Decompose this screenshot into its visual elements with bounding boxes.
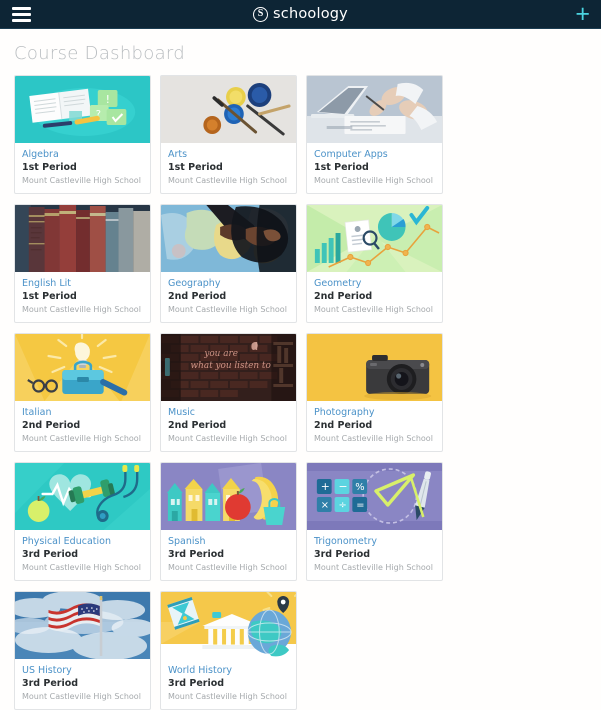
- course-card[interactable]: Computer Apps 1st Period Mount Castleville…: [306, 75, 443, 194]
- course-school: Mount Castleville High School: [22, 563, 141, 572]
- course-card-body: Photography 2nd Period Mount Castleville H…: [307, 401, 442, 451]
- svg-text:%: %: [355, 482, 364, 493]
- course-school: Mount Castleville High School: [22, 434, 141, 443]
- course-name-link[interactable]: Arts: [168, 149, 289, 160]
- course-school: Mount Castleville High School: [314, 176, 433, 185]
- course-card[interactable]: you are what you listen to Music 2nd Peri…: [160, 333, 297, 452]
- course-card-body: US History 3rd Period Mount Castleville Hi…: [15, 659, 150, 709]
- course-card-body: Geography 2nd Period Mount Castleville Hig…: [161, 272, 296, 322]
- course-school: Mount Castleville High School: [168, 305, 287, 314]
- course-name-link[interactable]: Photography: [314, 407, 435, 418]
- course-school: Mount Castleville High School: [314, 305, 433, 314]
- course-school: Mount Castleville High School: [22, 176, 141, 185]
- course-card-body: English Lit 1st Period Mount Castleville H…: [15, 272, 150, 322]
- course-card-grid: ! ? Algebra 1st Period Mount Castleville H…: [0, 75, 601, 710]
- course-school: Mount Castleville High School: [22, 305, 141, 314]
- course-card-body: Trigonometry 3rd Period Mount Castleville …: [307, 530, 442, 580]
- course-period: 3rd Period: [168, 549, 225, 560]
- hamburger-menu-icon[interactable]: [12, 6, 31, 22]
- course-name-link[interactable]: Trigonometry: [314, 536, 435, 547]
- course-period: 3rd Period: [168, 678, 225, 689]
- geometry-charts-illustration[interactable]: [307, 205, 442, 272]
- course-card[interactable]: Arts 1st Period Mount Castleville High Sch…: [160, 75, 297, 194]
- trigonometry-calculator-illustration[interactable]: + − % × ÷ =: [307, 463, 442, 530]
- course-period: 1st Period: [22, 162, 77, 173]
- course-period: 1st Period: [168, 162, 223, 173]
- course-card-body: Geometry 2nd Period Mount Castleville High…: [307, 272, 442, 322]
- schoology-mark-icon: S: [253, 6, 269, 22]
- add-course-plus-icon[interactable]: +: [575, 1, 590, 27]
- course-card[interactable]: US History 3rd Period Mount Castleville Hi…: [14, 591, 151, 710]
- course-school: Mount Castleville High School: [168, 563, 287, 572]
- course-school: Mount Castleville High School: [168, 434, 287, 443]
- course-period: 3rd Period: [22, 549, 79, 560]
- course-card[interactable]: Physical Education 3rd Period Mount Castle…: [14, 462, 151, 581]
- us-history-flag-photo[interactable]: [15, 592, 150, 659]
- course-period: 2nd Period: [168, 291, 227, 302]
- course-name-link[interactable]: Geometry: [314, 278, 435, 289]
- spanish-houses-illustration[interactable]: [161, 463, 296, 530]
- music-neon-brick-photo[interactable]: you are what you listen to: [161, 334, 296, 401]
- course-card[interactable]: Geography 2nd Period Mount Castleville Hig…: [160, 204, 297, 323]
- course-period: 2nd Period: [22, 420, 81, 431]
- schoology-wordmark: schoology: [273, 6, 348, 22]
- geography-map-photo[interactable]: [161, 205, 296, 272]
- course-name-link[interactable]: US History: [22, 665, 143, 676]
- course-period: 2nd Period: [314, 420, 373, 431]
- computer-apps-laptop-photo[interactable]: [307, 76, 442, 143]
- course-name-link[interactable]: Algebra: [22, 149, 143, 160]
- svg-text:!: !: [106, 93, 110, 106]
- course-name-link[interactable]: Computer Apps: [314, 149, 435, 160]
- course-card[interactable]: English Lit 1st Period Mount Castleville H…: [14, 204, 151, 323]
- pe-heart-dumbbell-illustration[interactable]: [15, 463, 150, 530]
- course-name-link[interactable]: Geography: [168, 278, 289, 289]
- course-card-body: Computer Apps 1st Period Mount Castleville…: [307, 143, 442, 193]
- course-card-body: Italian 2nd Period Mount Castleville High …: [15, 401, 150, 451]
- top-navigation-bar: S schoology +: [0, 0, 601, 29]
- photography-camera-photo[interactable]: [307, 334, 442, 401]
- svg-text:−: −: [339, 480, 348, 493]
- italian-lightbulb-illustration[interactable]: [15, 334, 150, 401]
- course-school: Mount Castleville High School: [314, 563, 433, 572]
- course-period: 3rd Period: [314, 549, 371, 560]
- course-period: 1st Period: [22, 291, 77, 302]
- page-title: Course Dashboard: [14, 43, 186, 64]
- course-school: Mount Castleville High School: [168, 176, 287, 185]
- course-period: 3rd Period: [22, 678, 79, 689]
- course-period: 2nd Period: [314, 291, 373, 302]
- course-card[interactable]: Photography 2nd Period Mount Castleville H…: [306, 333, 443, 452]
- course-card-body: Arts 1st Period Mount Castleville High Sch…: [161, 143, 296, 193]
- course-school: Mount Castleville High School: [168, 692, 287, 701]
- course-card-body: World History 3rd Period Mount Castleville…: [161, 659, 296, 709]
- course-card[interactable]: ! ? Algebra 1st Period Mount Castleville H…: [14, 75, 151, 194]
- svg-text:÷: ÷: [339, 500, 347, 511]
- course-card-body: Physical Education 3rd Period Mount Castle…: [15, 530, 150, 580]
- course-card[interactable]: Geometry 2nd Period Mount Castleville High…: [306, 204, 443, 323]
- course-period: 2nd Period: [168, 420, 227, 431]
- course-name-link[interactable]: Italian: [22, 407, 143, 418]
- svg-text:+: +: [321, 480, 330, 493]
- course-period: 1st Period: [314, 162, 369, 173]
- svg-text:×: ×: [321, 500, 329, 511]
- course-card[interactable]: World History 3rd Period Mount Castleville…: [160, 591, 297, 710]
- course-card-body: Algebra 1st Period Mount Castleville High …: [15, 143, 150, 193]
- course-name-link[interactable]: World History: [168, 665, 289, 676]
- course-card-body: Music 2nd Period Mount Castleville High Sc…: [161, 401, 296, 451]
- course-card[interactable]: Italian 2nd Period Mount Castleville High …: [14, 333, 151, 452]
- course-name-link[interactable]: Physical Education: [22, 536, 143, 547]
- course-name-link[interactable]: English Lit: [22, 278, 143, 289]
- course-card[interactable]: Spanish 3rd Period Mount Castleville High …: [160, 462, 297, 581]
- course-card-body: Spanish 3rd Period Mount Castleville High …: [161, 530, 296, 580]
- arts-paint-photo[interactable]: [161, 76, 296, 143]
- course-name-link[interactable]: Music: [168, 407, 289, 418]
- svg-text:=: =: [356, 500, 364, 511]
- course-name-link[interactable]: Spanish: [168, 536, 289, 547]
- english-lit-books-photo[interactable]: [15, 205, 150, 272]
- schoology-logo: S schoology: [0, 6, 601, 22]
- algebra-notebook-illustration[interactable]: ! ?: [15, 76, 150, 143]
- course-school: Mount Castleville High School: [314, 434, 433, 443]
- course-card[interactable]: + − % × ÷ = Trigonometry 3rd Period Mount: [306, 462, 443, 581]
- world-history-globe-illustration[interactable]: [161, 592, 296, 659]
- course-school: Mount Castleville High School: [22, 692, 141, 701]
